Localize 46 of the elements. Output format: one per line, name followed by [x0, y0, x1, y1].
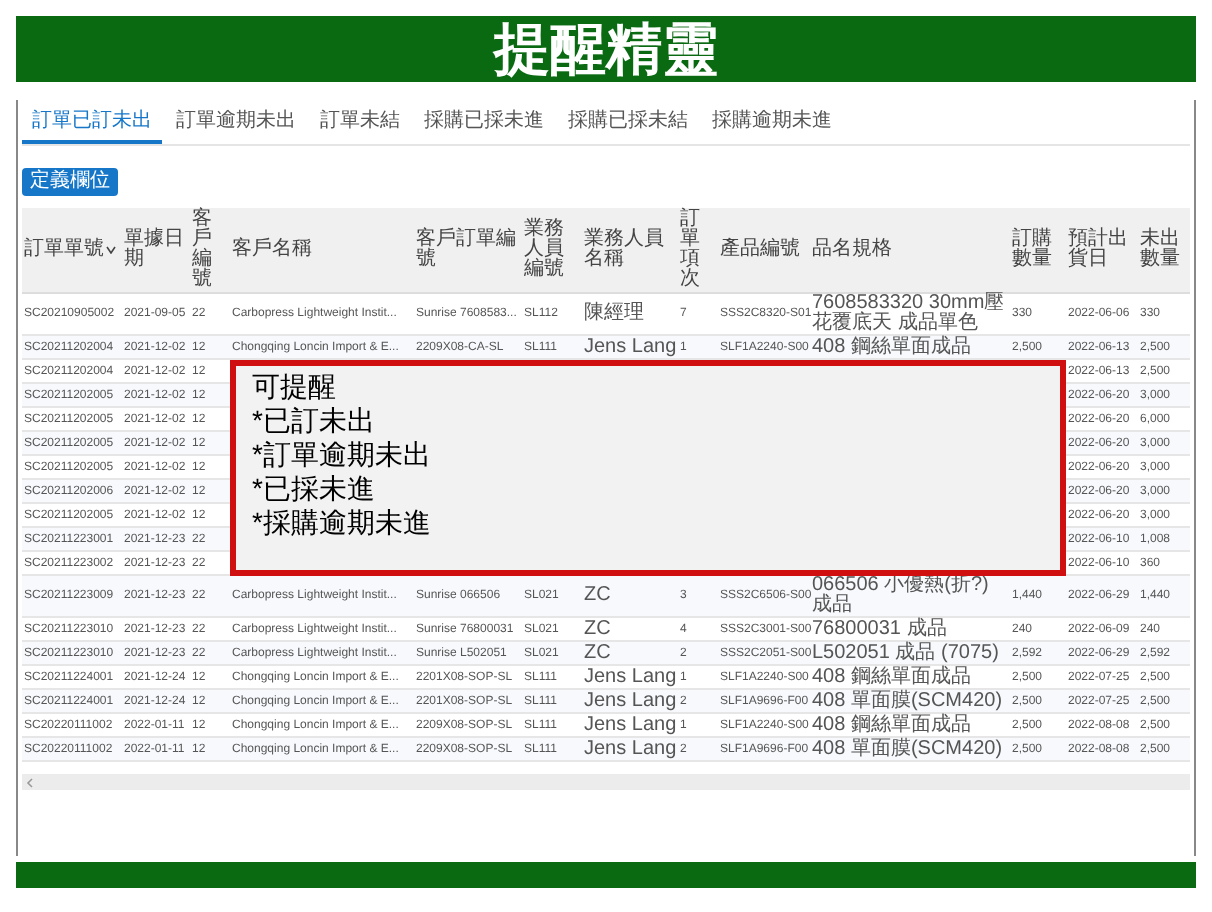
tab[interactable]: 訂單已訂未出: [22, 108, 162, 144]
column-header: 訂單項次: [680, 208, 700, 290]
table-cell-text: 76800031 成品: [812, 619, 949, 639]
callout-text: *已訂未出: [252, 403, 377, 437]
sort-chevron-icon[interactable]: [106, 246, 116, 255]
table-cell-text: 408 單面膜(SCM420): [812, 739, 1005, 759]
callout-text: *採購逾期未進: [252, 505, 433, 539]
table-cell-text: 408 鋼絲單面成品: [812, 715, 973, 735]
slide-title: 提醒精靈: [494, 21, 718, 77]
table-cell: 陳經理: [584, 302, 644, 324]
column-header: 未出數量: [1140, 228, 1180, 270]
callout-text: *已採未進: [252, 471, 377, 505]
column-header: 品名規格: [812, 238, 892, 260]
tab[interactable]: 採購已採未進: [414, 108, 554, 144]
table-cell-text: 408 鋼絲單面成品: [812, 667, 971, 687]
column-header: 業務人員編號: [524, 218, 564, 280]
column-header: 訂單單號: [24, 238, 104, 260]
callout-text: *訂單逾期未出: [252, 437, 433, 471]
table-cell: ZC: [584, 641, 611, 663]
tab[interactable]: 訂單未結: [310, 108, 410, 144]
column-header: 客戶編號: [192, 208, 212, 290]
table-cell-text: L502051 成品 (7075): [812, 643, 1001, 663]
table-cell: ZC: [584, 617, 611, 639]
table-cell-text: 7608583320 30mm壓花覆底天 成品單色: [812, 294, 1007, 334]
define-columns-button[interactable]: 定義欄位: [22, 168, 118, 196]
table-cell: Jens Lang: [584, 713, 677, 735]
table-cell: Jens Lang: [584, 689, 677, 711]
tab[interactable]: 訂單逾期未出: [166, 108, 306, 144]
column-header: 業務人員名稱: [584, 228, 664, 270]
table-cell: ZC: [584, 584, 611, 606]
column-header: 客戶訂單編號: [416, 228, 516, 270]
table-cell: Jens Lang: [584, 335, 677, 357]
table-cell-text: 408 單面膜(SCM420): [812, 691, 1005, 711]
tab[interactable]: 採購逾期未進: [702, 108, 842, 144]
tab[interactable]: 採購已採未結: [558, 108, 698, 144]
table-cell-text: 408 鋼絲單面成品: [812, 337, 973, 357]
table-cell: Jens Lang: [584, 737, 677, 759]
column-header: 客戶名稱: [232, 238, 312, 260]
scroll-left-icon[interactable]: [26, 777, 34, 787]
table-cell: Jens Lang: [584, 665, 677, 687]
column-header: 預計出貨日: [1068, 228, 1128, 270]
column-header: 單據日期: [124, 228, 184, 270]
horizontal-scrollbar[interactable]: [22, 774, 1190, 790]
column-header: 訂購數量: [1012, 228, 1052, 270]
column-header: 產品編號: [720, 238, 800, 260]
callout-text: 可提醒: [252, 369, 338, 403]
